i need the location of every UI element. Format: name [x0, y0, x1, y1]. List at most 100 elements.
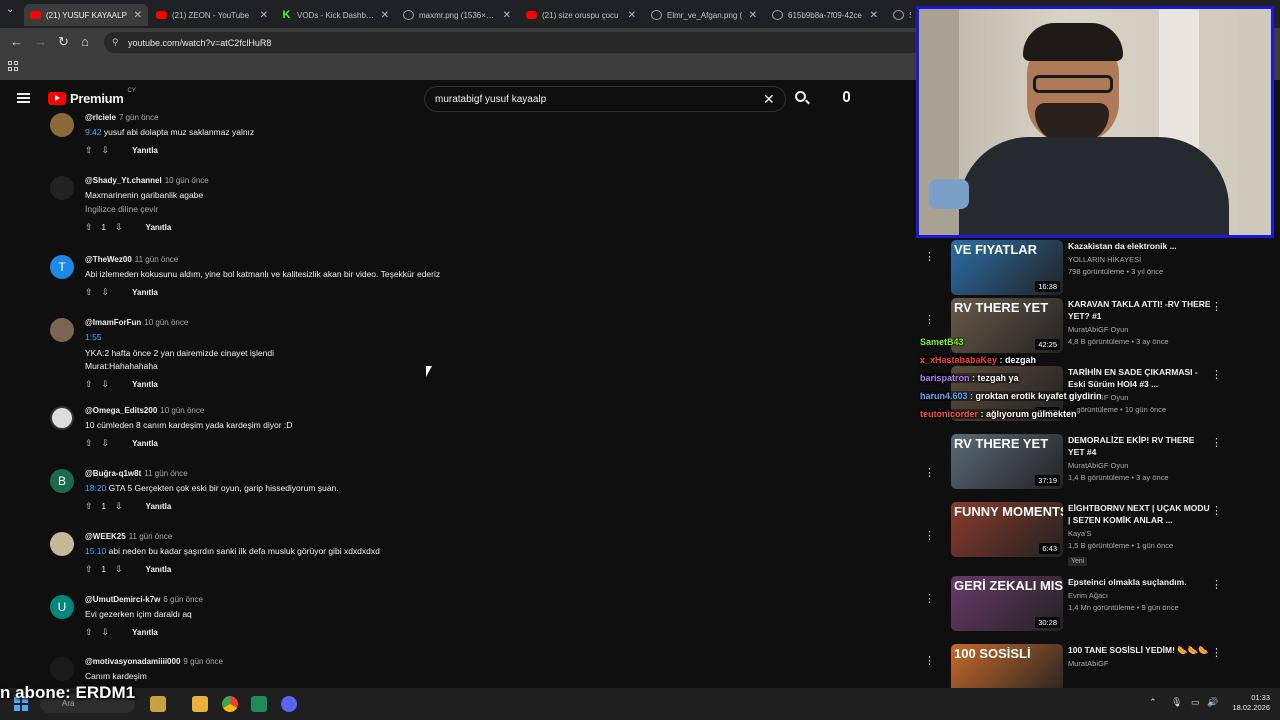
tab-0[interactable]: (21) YUSUF KAYAALP ✕ [24, 4, 148, 26]
dislike-icon[interactable]: ⇩ [115, 222, 123, 233]
reply-button[interactable]: Yanıtla [146, 223, 172, 232]
video-title[interactable]: 100 TANE SOSİSLİ YEDİM! 🌭🌭🌭 [1068, 644, 1213, 656]
comment-author[interactable]: @Omega_Edits200 10 gün önce [85, 406, 610, 415]
more-options-icon[interactable]: ⋮ [1211, 578, 1222, 591]
translate-link[interactable]: İngilizce diline çevir [85, 204, 610, 214]
timestamp-link[interactable]: 1:55 [85, 332, 610, 342]
tab-7[interactable]: S [887, 4, 917, 26]
discord-icon[interactable] [281, 696, 297, 712]
author-handle[interactable]: @TheWez00 [85, 255, 132, 264]
comment-date[interactable]: 10 gün önce [144, 318, 188, 327]
more-options-icon[interactable]: ⋮ [1211, 300, 1222, 313]
video-title[interactable]: DEMORALİZE EKİP! RV THERE YET #4 [1068, 434, 1213, 458]
video-channel[interactable]: MuratAbiGF Oyun [1068, 325, 1213, 334]
dislike-icon[interactable]: ⇩ [115, 564, 123, 575]
search-icon[interactable] [795, 91, 810, 105]
volume-icon[interactable]: 🔊 [1207, 697, 1218, 708]
home-icon[interactable]: ⌂ [81, 34, 89, 49]
comment-date[interactable]: 10 gün önce [165, 176, 209, 185]
video-thumbnail[interactable]: RV THERE YET 42:25 [951, 298, 1063, 353]
video-title[interactable]: KARAVAN TAKLA ATTI! -RV THERE YET? #1 [1068, 298, 1213, 322]
like-icon[interactable]: ⇧ [85, 627, 93, 638]
dislike-icon[interactable]: ⇩ [102, 287, 110, 298]
dislike-icon[interactable]: ⇩ [102, 627, 110, 638]
mic-tray-icon[interactable]: 🎙 [1171, 697, 1182, 708]
avatar[interactable]: T [50, 255, 74, 279]
more-options-icon[interactable]: ⋮ [924, 654, 935, 667]
dislike-icon[interactable]: ⇩ [115, 501, 123, 512]
close-tab-icon[interactable]: ✕ [749, 10, 757, 21]
video-channel[interactable]: MuratAbiGF Oyun [1068, 461, 1213, 470]
close-tab-icon[interactable]: ✕ [870, 10, 878, 21]
comment-date[interactable]: 6 gün önce [163, 595, 203, 604]
author-handle[interactable]: @Omega_Edits200 [85, 406, 157, 415]
avatar[interactable] [50, 406, 74, 430]
avatar[interactable] [50, 657, 74, 681]
dislike-icon[interactable]: ⇩ [102, 145, 110, 156]
reply-button[interactable]: Yanıtla [146, 565, 172, 574]
forward-icon[interactable]: → [34, 34, 47, 49]
related-video[interactable]: FUNNY MOMENTS 6:43 EİGHTBORNV NEXT | UÇAK … [951, 502, 1231, 566]
reply-button[interactable]: Yanıtla [132, 628, 158, 637]
author-handle[interactable]: @WEEK25 [85, 532, 126, 541]
close-tab-icon[interactable]: ✕ [503, 10, 511, 21]
like-icon[interactable]: ⇧ [85, 379, 93, 390]
hamburger-menu-icon[interactable] [17, 93, 30, 103]
reply-button[interactable]: Yanıtla [132, 380, 158, 389]
video-title[interactable]: TARİHİN EN SADE ÇIKARMASI - Eski Sürüm H… [1068, 366, 1213, 390]
video-title[interactable]: Kazakistan da elektronik ... [1068, 240, 1213, 252]
author-handle[interactable]: @UmutDemirci-k7w [85, 595, 160, 604]
chrome-icon[interactable] [222, 696, 238, 712]
related-video[interactable]: GERİ ZEKALI MISINIZ? 30:28 Epsteinci olmak… [951, 576, 1231, 636]
video-title[interactable]: EİGHTBORNV NEXT | UÇAK MODU | SE7EN KOMİ… [1068, 502, 1213, 526]
reply-button[interactable]: Yanıtla [132, 288, 158, 297]
like-icon[interactable]: ⇧ [85, 145, 93, 156]
related-video[interactable]: RV THERE YET 37:19 DEMORALİZE EKİP! RV THE… [951, 434, 1231, 494]
avatar[interactable] [50, 532, 74, 556]
video-channel[interactable]: YOLLARIN HİKAYESİ [1068, 255, 1213, 264]
avatar[interactable] [50, 113, 74, 137]
tab-6[interactable]: 615b9b8a-7f09-42ce ✕ [766, 4, 884, 26]
video-thumbnail[interactable]: FUNNY MOMENTS 6:43 [951, 502, 1063, 557]
more-options-icon[interactable]: ⋮ [924, 313, 935, 326]
related-video[interactable]: RV THERE YET 42:25 KARAVAN TAKLA ATTI! -RV… [951, 298, 1231, 358]
comment-date[interactable]: 10 gün önce [160, 406, 204, 415]
reload-icon[interactable]: ↻ [58, 34, 69, 50]
comment-author[interactable]: @motivasyonadamiiii000 9 gün önce [85, 657, 610, 666]
like-icon[interactable]: ⇧ [85, 501, 93, 512]
comment-date[interactable]: 11 gün önce [135, 255, 178, 264]
reply-button[interactable]: Yanıtla [146, 502, 172, 511]
more-options-icon[interactable]: ⋮ [1211, 504, 1222, 517]
comment-date[interactable]: 11 gün önce [129, 532, 172, 541]
timestamp-link[interactable]: 18:20 [85, 483, 106, 493]
comment-author[interactable]: @Shady_Yt.channel 10 gün önce [85, 176, 610, 185]
app-icon[interactable] [251, 696, 267, 712]
tab-3[interactable]: maxmr.png (1536×1024) ✕ [397, 4, 517, 26]
video-channel[interactable]: MuratAbiGF [1068, 659, 1213, 668]
comment-date[interactable]: 11 gün önce [144, 469, 187, 478]
like-icon[interactable]: ⇧ [85, 222, 93, 233]
site-info-icon[interactable]: ⚲ [112, 37, 119, 48]
like-icon[interactable]: ⇧ [85, 438, 93, 449]
tab-list-chevron-icon[interactable]: ⌄ [6, 4, 14, 15]
more-options-icon[interactable]: ⋮ [924, 250, 935, 263]
widget-icon[interactable] [150, 696, 166, 712]
dislike-icon[interactable]: ⇩ [102, 438, 110, 449]
comment-author[interactable]: @rlciele 7 gün önce [85, 113, 610, 122]
video-thumbnail[interactable]: RV THERE YET 37:19 [951, 434, 1063, 489]
related-video[interactable]: VE FIYATLAR 16:38 Kazakistan da elektronik… [951, 240, 1231, 300]
author-handle[interactable]: @rlciele [85, 113, 116, 122]
author-handle[interactable]: @Shady_Yt.channel [85, 176, 162, 185]
more-options-icon[interactable]: ⋮ [924, 529, 935, 542]
author-handle[interactable]: @motivasyonadamiiii000 [85, 657, 180, 666]
clock[interactable]: 01:33 18.02.2026 [1222, 693, 1270, 713]
dislike-icon[interactable]: ⇩ [102, 379, 110, 390]
more-options-icon[interactable]: ⋮ [1211, 646, 1222, 659]
tab-2[interactable]: K VODs - Kick Dashboard ✕ [275, 4, 395, 26]
like-icon[interactable]: ⇧ [85, 564, 93, 575]
address-bar[interactable]: ⚲ youtube.com/watch?v=atC2fclHuR8 [104, 32, 924, 53]
more-options-icon[interactable]: ⋮ [1211, 368, 1222, 381]
comment-author[interactable]: @UmutDemirci-k7w 6 gün önce [85, 595, 610, 604]
avatar[interactable]: U [50, 595, 74, 619]
comment-date[interactable]: 9 gün önce [183, 657, 223, 666]
